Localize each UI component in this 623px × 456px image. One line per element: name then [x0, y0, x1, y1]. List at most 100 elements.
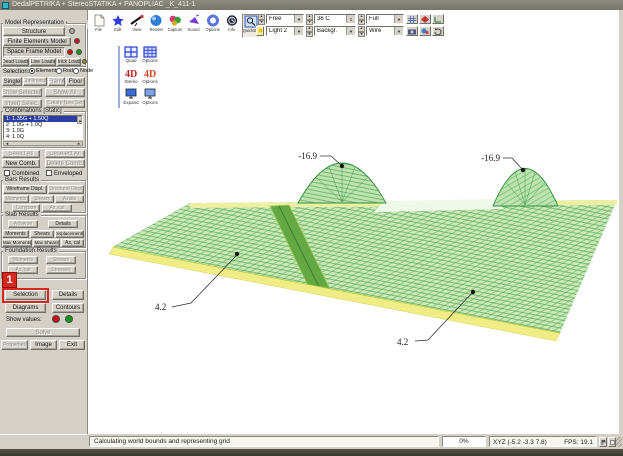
view-mode-spinner[interactable]: ▲▼ — [258, 14, 265, 24]
slab-max-shears-button[interactable]: Max Shears — [33, 239, 60, 247]
space-frame-button[interactable]: Space Frame Model — [3, 47, 65, 57]
solve-button[interactable]: Solve — [6, 328, 80, 337]
show-values-led-red[interactable] — [52, 315, 60, 323]
single-button[interactable]: Single — [2, 77, 22, 86]
slab-details-button[interactable]: Details — [48, 220, 78, 228]
axes-toggle-button[interactable] — [432, 14, 444, 24]
new-comb-button[interactable]: New Comb. — [2, 159, 40, 168]
show-values-led-green[interactable] — [65, 315, 73, 323]
live-loads-button[interactable]: Live Loads — [30, 58, 56, 66]
fov-spinner-left[interactable]: ▲▼ — [306, 14, 313, 24]
sound-toolbar-button[interactable]: Sound — [185, 14, 203, 38]
structure-button[interactable]: Structure — [3, 27, 65, 36]
brick-loads-button[interactable]: Brick Loads — [57, 58, 81, 66]
view-mode-combo[interactable]: Free ▼ — [266, 14, 304, 24]
properties-button[interactable]: Properties — [1, 340, 28, 350]
options-toolbar-button[interactable]: Options — [204, 14, 222, 38]
light-bulb-button[interactable] — [256, 26, 264, 36]
chevron-down-icon[interactable]: ▼ — [394, 27, 403, 35]
quad-options-button[interactable]: Options — [141, 46, 159, 66]
background-spinner[interactable]: ▲▼ — [306, 26, 313, 36]
span-left-value: 4.2 — [155, 302, 166, 312]
title-bar[interactable]: DedalPETRIKA + StereoSTATIKA + PANOPLIAC… — [0, 0, 623, 10]
invert-selection-button[interactable]: Invert Selec. — [2, 99, 42, 108]
resize-grip[interactable] — [615, 437, 622, 447]
application-window: DedalPETRIKA + StereoSTATIKA + PANOPLIAC… — [0, 0, 623, 456]
detail-combo[interactable]: Full ▼ — [366, 14, 404, 24]
show-selected-button[interactable]: Show Selected — [2, 88, 42, 97]
delete-comb-button[interactable]: Delete Comb. — [45, 159, 85, 168]
bars-as-cal-button[interactable]: As, cal — [42, 204, 72, 212]
edit-toolbar-button[interactable]: Edit — [109, 14, 127, 38]
bars-compare-button[interactable]: Compare — [12, 204, 40, 212]
enveloped-checkbox[interactable] — [46, 170, 52, 176]
slab-adverse-button[interactable]: Adverse — [8, 220, 38, 228]
fov-combo[interactable]: 36 C ⇕ — [314, 14, 356, 24]
snapshot-button[interactable] — [406, 26, 418, 36]
combined-checkbox[interactable] — [4, 170, 10, 176]
chevron-down-icon[interactable]: ▼ — [294, 27, 303, 35]
foundation-moments-button[interactable]: Moments — [8, 256, 38, 264]
select-all-button[interactable]: Select All — [2, 150, 40, 158]
slab-max-moments-button[interactable]: Max Moments — [2, 239, 32, 247]
frame-button[interactable]: Frame — [48, 77, 65, 86]
foundation-stresses-button[interactable]: Stresses — [46, 266, 76, 274]
combinations-list[interactable]: 1: 1.35G + 1.50Q 2: 1.0G + 1.0Q 3: 1.0G … — [3, 115, 83, 140]
floor-button[interactable]: Floor — [66, 77, 85, 86]
chevron-down-icon[interactable]: ▼ — [346, 27, 355, 35]
refresh-button[interactable] — [432, 26, 444, 36]
exit-button[interactable]: Exit — [59, 340, 85, 350]
stereo-view-button[interactable]: 4D Stereo — [122, 67, 140, 87]
foundation-shears-button[interactable]: Shears — [46, 256, 76, 264]
info-toolbar-button[interactable]: Info — [223, 14, 241, 38]
light-combo[interactable]: Light 2 ▼ — [266, 26, 304, 36]
status-toggle-button-1[interactable] — [599, 437, 607, 447]
chevron-down-icon[interactable]: ▼ — [294, 15, 303, 23]
selection-radio-rod[interactable] — [56, 68, 62, 74]
updown-icon[interactable]: ⇕ — [346, 15, 355, 23]
slab-as-cal-button[interactable]: As, cal — [61, 239, 84, 247]
slab-shears-button[interactable]: Shears — [30, 230, 54, 238]
detail-spinner[interactable]: ▲▼ — [358, 14, 365, 24]
slab-displacements-button[interactable]: Displacements — [55, 230, 84, 238]
dead-loads-button[interactable]: Dead Loads — [2, 58, 29, 66]
file-toolbar-button[interactable]: File — [90, 14, 108, 38]
wireframe-displ-button[interactable]: Wireframe Displ. — [3, 185, 47, 194]
background-combo[interactable]: Backgr. ▼ — [314, 26, 356, 36]
stereo-options-button[interactable]: 4D Options — [141, 67, 159, 87]
render-toolbar-button[interactable]: Render — [147, 14, 165, 38]
selection-radio-node[interactable] — [73, 68, 79, 74]
results-details-button[interactable]: Details — [52, 290, 84, 300]
paint-button[interactable] — [419, 26, 431, 36]
status-toggle-button-2[interactable] — [608, 437, 616, 447]
wire-spinner[interactable]: ▲▼ — [358, 26, 365, 36]
chevron-down-icon[interactable]: ▼ — [394, 15, 403, 23]
image-button[interactable]: Image — [30, 340, 57, 350]
finite-elements-button[interactable]: Finite Elements Model — [3, 37, 71, 46]
render-toggle-button[interactable] — [419, 14, 431, 24]
bars-moments-button[interactable]: Moments — [3, 195, 29, 203]
wire-combo[interactable]: Wire ▼ — [366, 26, 404, 36]
quad-view-button[interactable]: Quad — [122, 46, 140, 66]
bars-axials-button[interactable]: Axials — [55, 195, 84, 203]
combinations-vscroll-up[interactable]: ▲ — [77, 116, 82, 124]
span-left-dot — [235, 252, 239, 256]
selection-radio-element[interactable] — [29, 68, 35, 74]
bars-shears-button[interactable]: Shears — [30, 195, 54, 203]
combinations-hscroll[interactable]: ◄► — [3, 141, 83, 146]
continuous-button[interactable]: Continuous — [23, 77, 47, 86]
deselect-all-button[interactable]: Deselect All — [45, 150, 85, 158]
structural-displ-button[interactable]: Structural Displ. — [48, 185, 84, 194]
grid-view-button[interactable] — [406, 14, 418, 24]
combination-item[interactable]: 4: 1.0Q — [4, 134, 82, 140]
create-new-set-button[interactable]: Create New Set — [45, 99, 85, 108]
slab-moment-3d-scene[interactable]: -16.9 -16.9 4.2 4.2 — [88, 10, 619, 434]
capture-toolbar-button[interactable]: Capture — [166, 14, 184, 38]
expand-options-button[interactable]: Options — [141, 88, 159, 108]
expand-view-button[interactable]: Expand — [122, 88, 140, 108]
show-all-button[interactable]: Show All — [45, 88, 85, 97]
results-contours-button[interactable]: Contours — [52, 303, 84, 313]
results-diagrams-button[interactable]: Diagrams — [5, 303, 46, 313]
slab-moments-button[interactable]: Moments — [2, 230, 29, 238]
view-toolbar-button[interactable]: View — [128, 14, 146, 38]
